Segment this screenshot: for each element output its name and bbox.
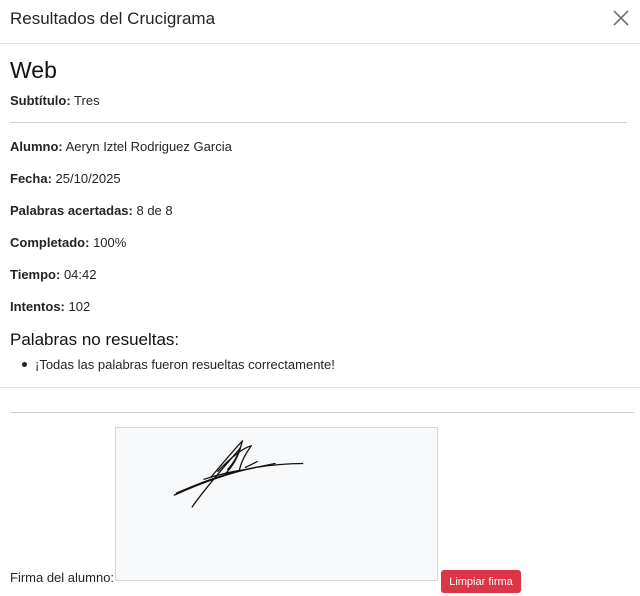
time-value: 04:42 <box>63 267 97 282</box>
student-line: Alumno: Aeryn Iztel Rodriguez Garcia <box>10 139 232 154</box>
list-item: ¡Todas las palabras fueron resueltas cor… <box>35 357 335 372</box>
subtitle-label: Subtítulo: <box>10 93 71 108</box>
attempts-line: Intentos: 102 <box>10 299 90 314</box>
modal-title: Resultados del Crucigrama <box>10 9 216 28</box>
date-line: Fecha: 25/10/2025 <box>10 171 121 186</box>
modal-header: Resultados del Crucigrama <box>0 0 640 44</box>
words-label: Palabras acertadas: <box>10 203 133 218</box>
date-value: 25/10/2025 <box>55 171 121 186</box>
signature-canvas[interactable] <box>115 427 438 581</box>
attempts-label: Intentos: <box>10 299 65 314</box>
completed-value: 100% <box>93 235 127 250</box>
signature-drawing <box>173 440 304 508</box>
date-label: Fecha: <box>10 171 52 186</box>
signature-label: Firma del alumno: <box>10 570 115 585</box>
divider <box>10 122 627 123</box>
unsolved-title: Palabras no resueltas: <box>10 330 180 349</box>
crossword-title: Web <box>10 57 57 83</box>
completed-line: Completado: 100% <box>10 235 126 250</box>
time-label: Tiempo: <box>10 267 61 282</box>
divider <box>10 412 634 413</box>
close-icon <box>613 10 629 26</box>
footer-divider <box>0 387 640 388</box>
list-bullet <box>22 362 27 367</box>
student-label: Alumno: <box>10 139 63 154</box>
student-value: Aeryn Iztel Rodriguez Garcia <box>65 139 232 154</box>
subtitle-line: Subtítulo: Tres <box>10 93 100 108</box>
time-line: Tiempo: 04:42 <box>10 267 97 282</box>
clear-signature-button[interactable]: Limpiar firma <box>441 570 521 593</box>
completed-label: Completado: <box>10 235 90 250</box>
attempts-value: 102 <box>68 299 91 314</box>
words-value: 8 de 8 <box>136 203 173 218</box>
close-button[interactable] <box>610 7 632 29</box>
subtitle-value: Tres <box>74 93 100 108</box>
words-line: Palabras acertadas: 8 de 8 <box>10 203 173 218</box>
